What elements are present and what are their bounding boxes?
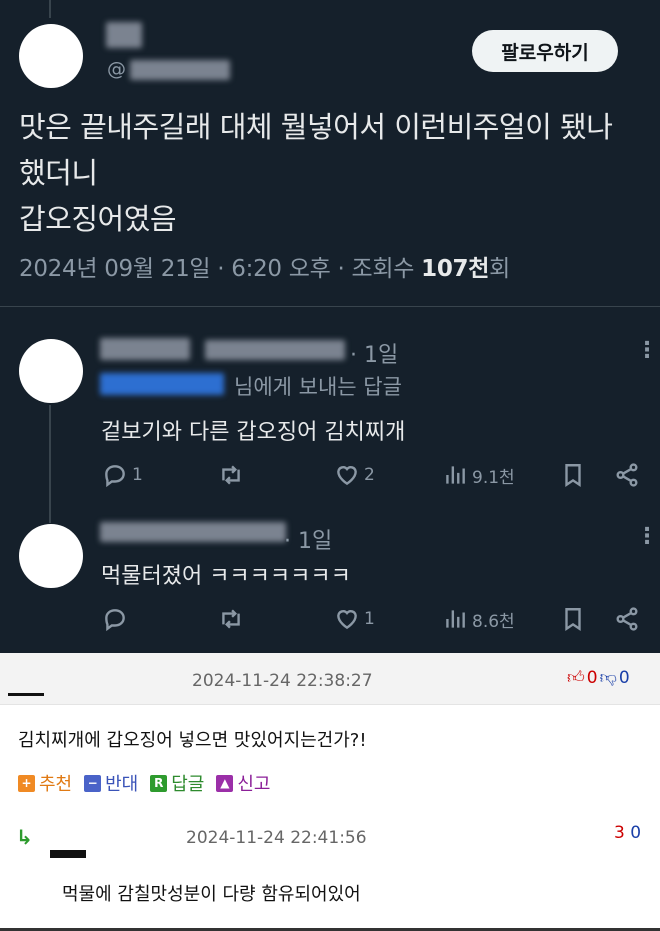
downvote-count: 0 [618,667,630,688]
comment-header: 2024-11-24 22:38:27 👍︎ 0 👎︎ 0 [0,653,660,705]
follow-button[interactable]: 팔로우하기 [472,30,618,72]
comment-date: 2024-11-24 22:38:27 [192,671,373,691]
comment-section: 2024-11-24 22:38:27 👍︎ 0 👎︎ 0 김치찌개에 갑오징어… [0,653,660,931]
heart-icon [337,466,357,486]
bookmark-action[interactable] [560,462,586,488]
views-action[interactable]: 9.1천 [442,462,515,488]
bookmark-icon [565,608,581,631]
recommend-button[interactable]: + 추천 [18,770,72,796]
retweet-icon [222,609,240,629]
like-action[interactable]: 1 [334,606,375,632]
share-icon [616,607,638,631]
nickname-redacted[interactable] [8,693,44,696]
author-handle: @ [107,58,126,80]
comment-text: 김치찌개에 갑오징어 넣으면 맛있어지는건가?! [18,730,367,751]
bookmark-action[interactable] [560,606,586,632]
upvote-count: 3 [614,823,625,843]
reply-avatar[interactable] [19,524,83,588]
share-action[interactable] [614,462,640,488]
thread-line-top [49,0,51,18]
more-icon[interactable]: ⋮ [636,340,658,362]
reply-name-redacted [100,338,190,360]
oppose-button[interactable]: − 반대 [84,770,138,796]
tweet-text-line: 했더니 [19,156,98,190]
recommend-label: 추천 [39,774,73,795]
reply-text: 먹물터졌어 ㅋㅋㅋㅋㅋㅋㅋ [101,564,351,589]
share-action[interactable] [614,606,640,632]
retweet-action[interactable] [218,606,248,632]
author-avatar[interactable] [19,24,83,88]
more-icon[interactable]: ⋮ [636,526,658,548]
share-icon [616,463,638,487]
views-count: 9.1천 [472,467,515,488]
report-button[interactable]: ▲ 신고 [216,770,271,796]
tweet-meta: 2024년 09월 21일 · 6:20 오후 · 조회수 107천회 [19,249,510,283]
minus-icon: − [84,774,102,792]
retweet-icon [222,465,240,485]
nickname-redacted[interactable] [50,850,86,858]
reply-button[interactable]: R 답글 [150,770,204,796]
thread-line [49,405,51,523]
views-count: 8.6천 [472,611,515,632]
tweet-date-views: 2024년 09월 21일 · 6:20 오후 · 조회수 [19,256,422,282]
reply-icon [105,609,125,632]
views-action[interactable]: 8.6천 [442,606,515,632]
tweet-views-count: 107천 [421,256,490,282]
thumb-down-icon[interactable]: 👎︎ [600,667,617,688]
siren-icon: ▲ [216,774,234,792]
reply-avatar[interactable] [19,339,83,403]
upvote-count: 0 [586,667,598,688]
like-action[interactable]: 2 [334,462,375,488]
like-count: 1 [364,609,375,629]
like-count: 2 [364,465,375,485]
vote-counts: 👍︎ 0 👎︎ 0 [567,667,630,689]
reply-action[interactable] [102,606,132,632]
reply-time: · 1일 [284,529,333,554]
tweet-text-line: 맛은 끝내주길래 대체 뭘넣어서 이런비주얼이 됐나 [19,110,613,144]
views-icon [446,610,465,628]
divider [0,306,660,307]
plus-icon: + [18,774,35,792]
reply-action[interactable]: 1 [102,462,143,488]
reply-icon: R [150,774,168,792]
tweet-views-suffix: 회 [489,256,510,282]
heart-icon [337,610,357,630]
reply-to-label: 님에게 보내는 답글 [234,375,402,399]
tweet-text: 맛은 끝내주길래 대체 뭘넣어서 이런비주얼이 됐나 했더니 갑오징어였음 [19,104,649,242]
downvote-count: 0 [630,823,642,843]
reply-count: 1 [132,465,143,485]
reply-icon [105,465,125,488]
reply-handle-redacted [205,340,345,360]
reply-name-redacted [100,522,286,542]
comment-date: 2024-11-24 22:41:56 [186,828,367,848]
retweet-action[interactable] [218,462,248,488]
tweet-screenshot: @ 팔로우하기 맛은 끝내주길래 대체 뭘넣어서 이런비주얼이 됐나 했더니 갑… [0,0,660,653]
reply-arrow-icon: ↳ [16,825,33,849]
tweet-text-line: 갑오징어였음 [19,202,177,236]
author-name-redacted [106,22,142,48]
reply-label: 답글 [171,774,205,795]
comment-actions: + 추천 − 반대 R 답글 ▲ 신고 [18,770,271,796]
reply-to-redacted[interactable] [100,373,224,395]
bookmark-icon [565,464,581,487]
thumb-up-icon[interactable]: 👍︎ [567,667,585,688]
comment-text: 먹물에 감칠맛성분이 다량 함유되어있어 [62,884,361,905]
reply-time: · 1일 [350,343,399,368]
oppose-label: 반대 [105,774,139,795]
vote-counts: 3 0 [614,823,641,843]
author-handle-redacted [130,60,230,80]
reply-text: 겉보기와 다른 갑오징어 김치찌개 [101,420,406,445]
views-icon [446,466,465,484]
report-label: 신고 [237,774,271,795]
